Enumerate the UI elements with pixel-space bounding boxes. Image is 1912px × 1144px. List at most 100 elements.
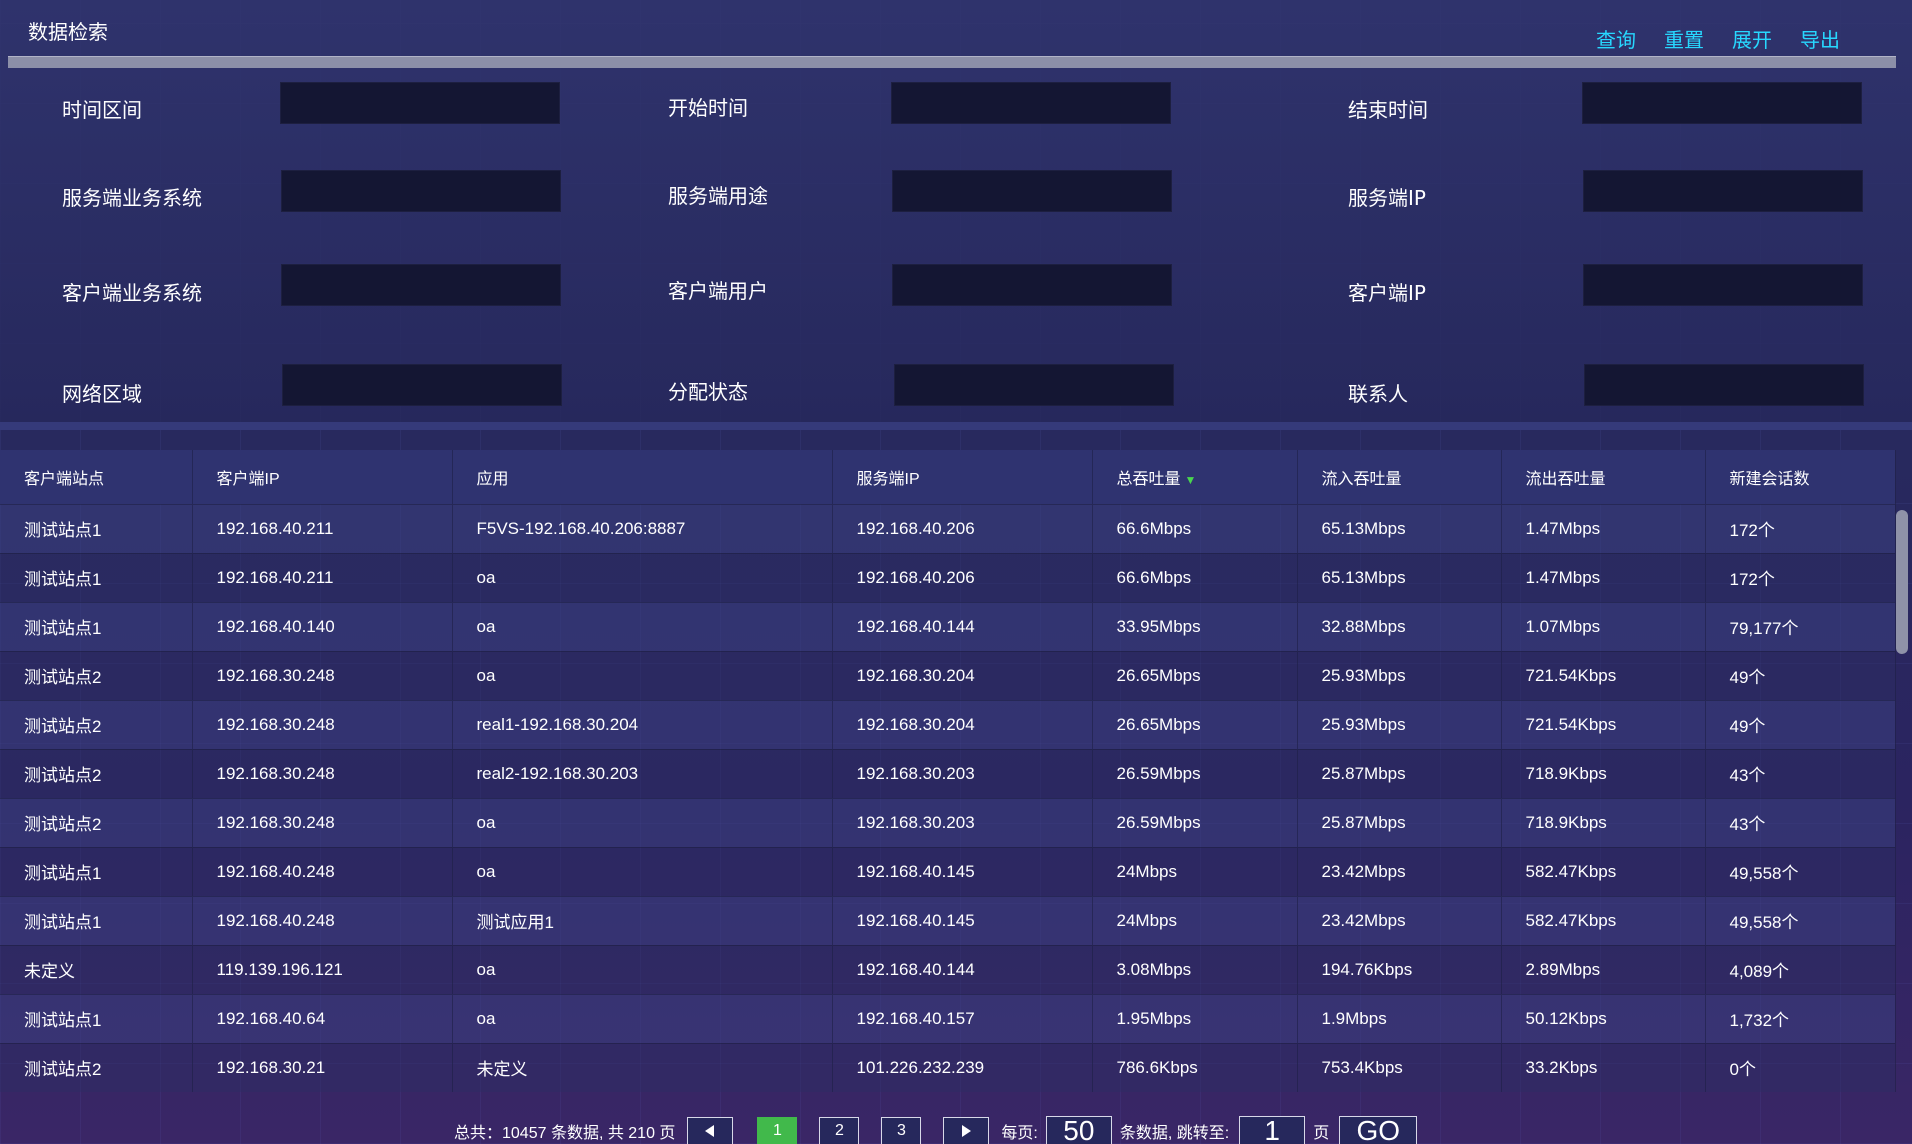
export-button[interactable]: 导出 — [1800, 24, 1840, 53]
prev-page-button[interactable] — [687, 1117, 734, 1144]
cell-outbound-throughput: 718.9Kbps — [1501, 797, 1706, 847]
cell-new-sessions: 49,558个 — [1705, 895, 1896, 945]
triangle-left-icon — [705, 1125, 715, 1137]
cell-inbound-throughput: 1.9Mbps — [1297, 993, 1502, 1043]
cell-server-ip: 192.168.30.204 — [832, 650, 1093, 700]
table-row[interactable]: 测试站点2 192.168.30.248 real2-192.168.30.203 1… — [0, 748, 1896, 798]
cell-outbound-throughput: 1.47Mbps — [1501, 552, 1706, 602]
table-scrollbar[interactable] — [1896, 510, 1908, 654]
cell-application: 未定义 — [452, 1042, 833, 1092]
cell-client-site: 测试站点1 — [0, 895, 193, 945]
cell-new-sessions: 4,089个 — [1705, 944, 1896, 994]
data-table-wrapper: 客户端站点 客户端IP 应用 服务端IP 总吞吐量 ▼ 流入吞吐量 流出吞吐量 新… — [0, 450, 1896, 1100]
cell-server-ip: 192.168.30.203 — [832, 748, 1093, 798]
client-ip-input[interactable] — [1583, 264, 1863, 306]
col-total-throughput[interactable]: 总吞吐量 ▼ — [1092, 450, 1298, 504]
cell-inbound-throughput: 32.88Mbps — [1297, 601, 1502, 651]
next-page-button[interactable] — [943, 1117, 990, 1144]
cell-outbound-throughput: 718.9Kbps — [1501, 748, 1706, 798]
table-row[interactable]: 测试站点1 192.168.40.248 测试应用1 192.168.40.145 24… — [0, 895, 1896, 945]
cell-application: oa — [452, 601, 833, 651]
col-outbound-throughput[interactable]: 流出吞吐量 — [1501, 450, 1706, 504]
panel-actions: 查询 重置 展开 导出 — [1596, 24, 1840, 53]
end-time-label: 结束时间 — [1348, 98, 1428, 122]
time-range-label: 时间区间 — [62, 98, 142, 122]
client-user-input[interactable] — [892, 264, 1172, 306]
cell-outbound-throughput: 582.47Kbps — [1501, 846, 1706, 896]
cell-inbound-throughput: 23.42Mbps — [1297, 846, 1502, 896]
page-button-2[interactable]: 2 — [819, 1117, 860, 1144]
col-application[interactable]: 应用 — [452, 450, 833, 504]
table-row[interactable]: 未定义 119.139.196.121 oa 192.168.40.144 3.08Mb… — [0, 944, 1896, 994]
table-row[interactable]: 测试站点2 192.168.30.21 未定义 101.226.232.239 786.… — [0, 1042, 1896, 1092]
cell-client-ip: 192.168.30.248 — [192, 699, 453, 749]
server-ip-input[interactable] — [1583, 170, 1863, 212]
cell-total-throughput: 66.6Mbps — [1092, 503, 1298, 553]
table-row[interactable]: 测试站点2 192.168.30.248 real1-192.168.30.204 1… — [0, 699, 1896, 749]
table-row[interactable]: 测试站点2 192.168.30.248 oa 192.168.30.203 26.59… — [0, 797, 1896, 847]
cell-new-sessions: 43个 — [1705, 748, 1896, 798]
table-row[interactable]: 测试站点1 192.168.40.140 oa 192.168.40.144 33.95… — [0, 601, 1896, 651]
server-usage-input[interactable] — [892, 170, 1172, 212]
col-new-sessions[interactable]: 新建会话数 — [1705, 450, 1896, 504]
cell-total-throughput: 3.08Mbps — [1092, 944, 1298, 994]
table-row[interactable]: 测试站点1 192.168.40.248 oa 192.168.40.145 24Mbp… — [0, 846, 1896, 896]
table-row[interactable]: 测试站点1 192.168.40.64 oa 192.168.40.157 1.95Mb… — [0, 993, 1896, 1043]
server-system-input[interactable] — [281, 170, 561, 212]
cell-total-throughput: 26.59Mbps — [1092, 797, 1298, 847]
query-button[interactable]: 查询 — [1596, 24, 1636, 53]
cell-server-ip: 192.168.40.145 — [832, 895, 1093, 945]
go-button[interactable]: GO — [1339, 1115, 1418, 1144]
table-header-row: 客户端站点 客户端IP 应用 服务端IP 总吞吐量 ▼ 流入吞吐量 流出吞吐量 新… — [0, 450, 1896, 504]
cell-new-sessions: 49,558个 — [1705, 846, 1896, 896]
table-row[interactable]: 测试站点2 192.168.30.248 oa 192.168.30.204 26.65… — [0, 650, 1896, 700]
end-time-input[interactable] — [1582, 82, 1862, 124]
cell-client-site: 未定义 — [0, 944, 193, 994]
cell-inbound-throughput: 25.87Mbps — [1297, 797, 1502, 847]
start-time-input[interactable] — [891, 82, 1171, 124]
reset-button[interactable]: 重置 — [1664, 24, 1704, 53]
cell-new-sessions: 43个 — [1705, 797, 1896, 847]
per-page-input[interactable]: 50 — [1045, 1115, 1112, 1144]
cell-inbound-throughput: 65.13Mbps — [1297, 552, 1502, 602]
cell-server-ip: 192.168.40.144 — [832, 601, 1093, 651]
cell-inbound-throughput: 65.13Mbps — [1297, 503, 1502, 553]
table-row[interactable]: 测试站点1 192.168.40.211 oa 192.168.40.206 66.6M… — [0, 552, 1896, 602]
assign-status-input[interactable] — [894, 364, 1174, 406]
jump-page-input[interactable]: 1 — [1239, 1115, 1306, 1144]
cell-client-ip: 192.168.40.248 — [192, 895, 453, 945]
col-server-ip[interactable]: 服务端IP — [832, 450, 1093, 504]
cell-application: oa — [452, 797, 833, 847]
cell-total-throughput: 24Mbps — [1092, 895, 1298, 945]
client-system-input[interactable] — [281, 264, 561, 306]
page-button-3[interactable]: 3 — [881, 1117, 922, 1144]
col-client-site[interactable]: 客户端站点 — [0, 450, 193, 504]
search-panel: 数据检索 查询 重置 展开 导出 时间区间 开始时间 结束时间 服务端业务系统 … — [0, 0, 1912, 430]
network-zone-input[interactable] — [282, 364, 562, 406]
col-client-ip[interactable]: 客户端IP — [192, 450, 453, 504]
sort-down-icon[interactable]: ▼ — [1185, 473, 1197, 487]
cell-server-ip: 101.226.232.239 — [832, 1042, 1093, 1092]
cell-outbound-throughput: 33.2Kbps — [1501, 1042, 1706, 1092]
cell-total-throughput: 1.95Mbps — [1092, 993, 1298, 1043]
table-row[interactable]: 测试站点1 192.168.40.211 F5VS-192.168.40.206:8… — [0, 503, 1896, 553]
cell-application: oa — [452, 846, 833, 896]
contact-input[interactable] — [1584, 364, 1864, 406]
cell-server-ip: 192.168.40.206 — [832, 552, 1093, 602]
page-unit-label: 页 — [1313, 1125, 1330, 1142]
server-usage-label: 服务端用途 — [668, 184, 768, 208]
cell-total-throughput: 33.95Mbps — [1092, 601, 1298, 651]
page-button-1[interactable]: 1 — [757, 1117, 798, 1144]
cell-total-throughput: 26.65Mbps — [1092, 650, 1298, 700]
expand-button[interactable]: 展开 — [1732, 24, 1772, 53]
cell-outbound-throughput: 1.07Mbps — [1501, 601, 1706, 651]
cell-new-sessions: 172个 — [1705, 552, 1896, 602]
network-zone-label: 网络区域 — [62, 382, 142, 406]
cell-server-ip: 192.168.40.157 — [832, 993, 1093, 1043]
data-table: 客户端站点 客户端IP 应用 服务端IP 总吞吐量 ▼ 流入吞吐量 流出吞吐量 新… — [0, 450, 1896, 1092]
cell-server-ip: 192.168.40.144 — [832, 944, 1093, 994]
cell-application: F5VS-192.168.40.206:8887 — [452, 503, 833, 553]
server-system-label: 服务端业务系统 — [62, 186, 202, 210]
time-range-input[interactable] — [280, 82, 560, 124]
col-inbound-throughput[interactable]: 流入吞吐量 — [1297, 450, 1502, 504]
